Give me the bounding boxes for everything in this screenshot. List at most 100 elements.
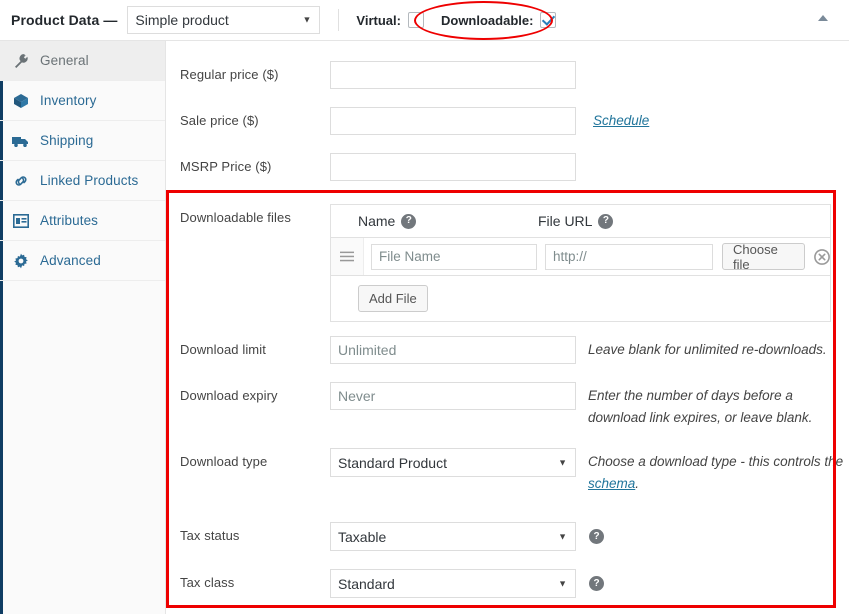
- regular-price-row: Regular price ($): [166, 41, 849, 89]
- general-tab-panel: Regular price ($) Sale price ($) Schedul…: [166, 41, 849, 614]
- sidebar-item-inventory[interactable]: Inventory: [0, 81, 165, 121]
- add-file-button[interactable]: Add File: [358, 285, 428, 312]
- sale-price-label: Sale price ($): [180, 113, 259, 128]
- column-header-name: Name ?: [358, 213, 538, 229]
- download-limit-label: Download limit: [180, 342, 266, 357]
- download-expiry-hint-line2: download link expires, or leave blank.: [588, 410, 813, 425]
- download-type-hint-line1: Choose a download type - this controls t…: [588, 454, 844, 469]
- link-icon: [11, 171, 31, 191]
- table-row: File Name http:// Choose file: [331, 237, 830, 276]
- download-expiry-label: Download expiry: [180, 388, 278, 403]
- downloadable-label: Downloadable:: [440, 12, 534, 28]
- downloadable-files-row: Downloadable files Name ? File URL ? Fil…: [166, 181, 849, 322]
- download-limit-hint: Leave blank for unlimited re-downloads.: [588, 342, 827, 357]
- downloadable-checkbox[interactable]: [540, 12, 557, 28]
- delete-circle-icon[interactable]: [814, 248, 830, 265]
- download-expiry-row: Download expiry Never Enter the number o…: [166, 364, 849, 429]
- sidebar-item-label: Advanced: [40, 253, 101, 268]
- truck-icon: [11, 131, 31, 151]
- msrp-price-label: MSRP Price ($): [180, 159, 272, 174]
- tax-class-label: Tax class: [180, 575, 235, 590]
- download-limit-row: Download limit Unlimited Leave blank for…: [166, 322, 849, 364]
- sale-price-input[interactable]: [330, 107, 576, 135]
- regular-price-label: Regular price ($): [180, 67, 279, 82]
- schedule-sale-link[interactable]: Schedule: [593, 107, 649, 128]
- sidebar-item-shipping[interactable]: Shipping: [0, 121, 165, 161]
- download-type-label: Download type: [180, 454, 268, 469]
- sidebar-item-label: General: [40, 53, 89, 68]
- column-header-file-url: File URL ?: [538, 213, 614, 229]
- tax-class-select[interactable]: Standard ▼: [330, 569, 576, 598]
- collapse-panel-toggle[interactable]: [815, 12, 835, 30]
- sidebar-item-label: Shipping: [40, 133, 94, 148]
- download-type-row: Download type Standard Product ▼ Choose …: [166, 429, 849, 495]
- chevron-down-icon: ▼: [302, 14, 312, 25]
- sidebar-item-label: Inventory: [40, 93, 97, 108]
- download-limit-placeholder: Unlimited: [338, 342, 397, 358]
- page-title: Product Data —: [11, 12, 118, 28]
- download-expiry-hint: Enter the number of days before a downlo…: [588, 382, 812, 429]
- sale-price-row: Sale price ($) Schedule: [166, 89, 849, 135]
- schema-link[interactable]: schema: [588, 476, 635, 491]
- tax-class-row: Tax class Standard ▼ ?: [166, 551, 849, 598]
- downloadable-files-footer: Add File: [331, 276, 830, 321]
- sidebar-item-label: Linked Products: [40, 173, 139, 188]
- download-type-select[interactable]: Standard Product ▼: [330, 448, 576, 477]
- download-type-hint-suffix: .: [635, 476, 640, 491]
- column-header-name-label: Name: [358, 213, 396, 229]
- product-type-value: Simple product: [135, 12, 229, 28]
- chevron-down-icon: ▼: [558, 457, 567, 467]
- tax-status-row: Tax status Taxable ▼ ?: [166, 495, 849, 551]
- help-icon[interactable]: ?: [589, 529, 604, 544]
- product-data-header: Product Data — Simple product ▼ Virtual:…: [0, 0, 849, 41]
- help-icon[interactable]: ?: [589, 576, 604, 591]
- file-name-placeholder: File Name: [379, 249, 441, 264]
- virtual-label: Virtual:: [356, 12, 401, 28]
- header-divider: [338, 9, 340, 31]
- column-header-file-url-label: File URL: [538, 213, 593, 229]
- product-data-tabs: General Inventory Shipping Linked Produc…: [0, 41, 166, 614]
- downloadable-files-label: Downloadable files: [180, 210, 291, 225]
- download-limit-input[interactable]: Unlimited: [330, 336, 576, 364]
- tax-status-value: Taxable: [338, 528, 387, 545]
- download-type-hint: Choose a download type - this controls t…: [588, 448, 843, 495]
- box-icon: [11, 91, 31, 111]
- chevron-down-icon: ▼: [558, 578, 567, 588]
- file-name-input[interactable]: File Name: [371, 243, 537, 270]
- gear-icon: [11, 251, 31, 271]
- caret-up-icon: [815, 12, 835, 24]
- help-icon[interactable]: ?: [598, 213, 614, 229]
- drag-handle-icon[interactable]: [331, 238, 364, 275]
- file-url-input[interactable]: http://: [545, 243, 713, 270]
- regular-price-input[interactable]: [330, 61, 576, 89]
- virtual-checkbox[interactable]: [407, 12, 424, 28]
- help-icon[interactable]: ?: [401, 213, 417, 229]
- product-type-select[interactable]: Simple product ▼: [127, 6, 321, 34]
- sidebar-item-general[interactable]: General: [0, 41, 165, 81]
- add-file-label: Add File: [369, 291, 417, 306]
- sidebar-item-attributes[interactable]: Attributes: [0, 201, 165, 241]
- msrp-price-row: MSRP Price ($): [166, 135, 849, 181]
- downloadable-files-header: Name ? File URL ?: [331, 205, 830, 237]
- tax-status-select[interactable]: Taxable ▼: [330, 522, 576, 551]
- sidebar-item-label: Attributes: [40, 213, 99, 228]
- chevron-down-icon: ▼: [558, 531, 567, 541]
- downloadable-files-table: Name ? File URL ? File Name http:// Choo…: [330, 204, 831, 322]
- download-expiry-hint-line1: Enter the number of days before a: [588, 388, 793, 403]
- choose-file-label: Choose file: [733, 241, 778, 272]
- wrench-icon: [11, 51, 31, 71]
- msrp-price-input[interactable]: [330, 153, 576, 181]
- download-type-value: Standard Product: [338, 454, 447, 471]
- product-data-panel: Product Data — Simple product ▼ Virtual:…: [0, 0, 849, 614]
- choose-file-button[interactable]: Choose file: [722, 241, 805, 272]
- downloadable-checkbox-group[interactable]: Downloadable:: [440, 12, 557, 28]
- file-url-placeholder: http://: [553, 249, 587, 264]
- download-expiry-input[interactable]: Never: [330, 382, 576, 410]
- list-window-icon: [11, 211, 31, 231]
- sidebar-item-linked-products[interactable]: Linked Products: [0, 161, 165, 201]
- virtual-checkbox-group[interactable]: Virtual:: [356, 12, 424, 28]
- download-expiry-placeholder: Never: [338, 388, 376, 404]
- tax-class-value: Standard: [338, 575, 395, 592]
- tax-status-label: Tax status: [180, 528, 240, 543]
- sidebar-item-advanced[interactable]: Advanced: [0, 241, 165, 281]
